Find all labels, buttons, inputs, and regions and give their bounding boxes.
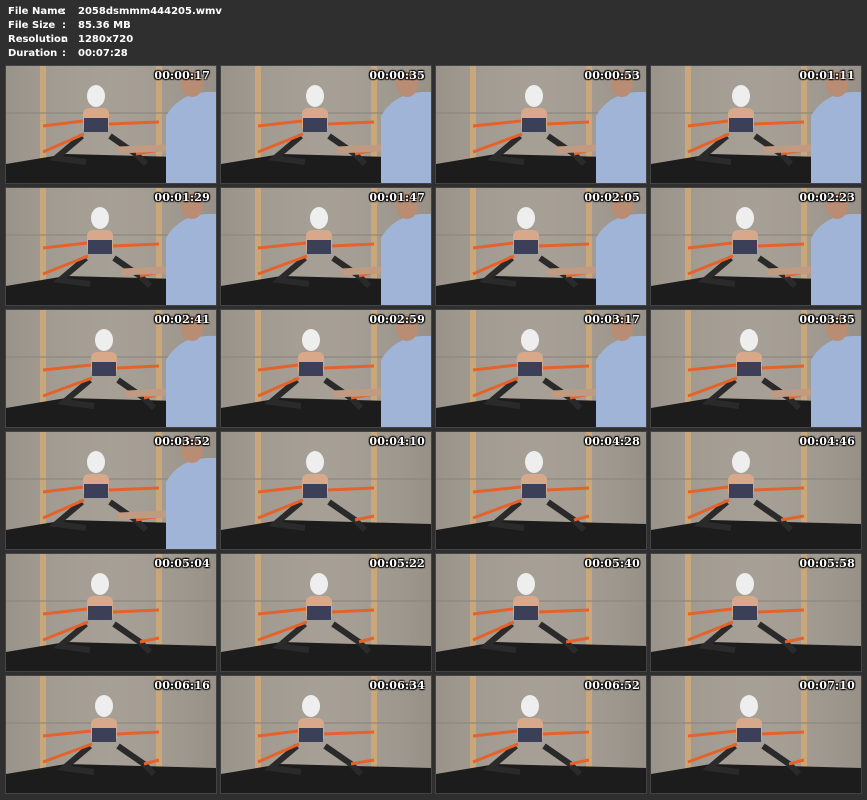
duration-value: 00:07:28 (78, 48, 128, 59)
video-thumbnail[interactable]: 00:04:10 (221, 432, 431, 549)
file-name-label: File Name (8, 6, 65, 17)
thumbnail-timestamp: 00:00:35 (369, 69, 425, 82)
thumbnail-frame-image (221, 188, 431, 305)
thumbnail-timestamp: 00:02:23 (799, 191, 855, 204)
file-name-separator: : (62, 6, 66, 17)
thumbnail-frame-image (436, 66, 646, 183)
video-thumbnail[interactable]: 00:05:40 (436, 554, 646, 671)
thumbnail-frame-image (6, 554, 216, 671)
video-thumbnail[interactable]: 00:04:28 (436, 432, 646, 549)
video-thumbnail[interactable]: 00:06:34 (221, 676, 431, 793)
thumbnail-timestamp: 00:00:17 (154, 69, 210, 82)
thumbnail-frame-image (6, 66, 216, 183)
file-name-row: File Name : 2058dsmmm444205.wmv (8, 5, 222, 19)
resolution-label: Resolution (8, 34, 69, 45)
thumbnail-timestamp: 00:02:59 (369, 313, 425, 326)
thumbnail-frame-image (6, 310, 216, 427)
thumbnail-frame-image (221, 676, 431, 793)
thumbnail-frame-image (651, 432, 861, 549)
thumbnail-timestamp: 00:07:10 (799, 679, 855, 692)
video-thumbnail[interactable]: 00:06:52 (436, 676, 646, 793)
video-thumbnail[interactable]: 00:03:35 (651, 310, 861, 427)
file-name-value: 2058dsmmm444205.wmv (78, 6, 222, 17)
video-thumbnail[interactable]: 00:02:41 (6, 310, 216, 427)
video-thumbnail[interactable]: 00:02:05 (436, 188, 646, 305)
file-size-value: 85.36 MB (78, 20, 131, 31)
video-thumbnail[interactable]: 00:07:10 (651, 676, 861, 793)
video-thumbnail[interactable]: 00:02:23 (651, 188, 861, 305)
video-thumbnail[interactable]: 00:00:35 (221, 66, 431, 183)
thumbnail-timestamp: 00:04:10 (369, 435, 425, 448)
thumbnail-timestamp: 00:01:29 (154, 191, 210, 204)
thumbnail-frame-image (651, 310, 861, 427)
thumbnail-timestamp: 00:04:46 (799, 435, 855, 448)
thumbnail-frame-image (651, 676, 861, 793)
thumbnail-frame-image (436, 676, 646, 793)
video-thumbnail[interactable]: 00:04:46 (651, 432, 861, 549)
video-thumbnail[interactable]: 00:00:53 (436, 66, 646, 183)
thumbnail-timestamp: 00:05:22 (369, 557, 425, 570)
resolution-value: 1280x720 (78, 34, 134, 45)
thumbnail-timestamp: 00:02:41 (154, 313, 210, 326)
thumbnail-frame-image (221, 554, 431, 671)
thumbnail-timestamp: 00:00:53 (584, 69, 640, 82)
video-thumbnail[interactable]: 00:05:22 (221, 554, 431, 671)
thumbnail-frame-image (436, 310, 646, 427)
contact-sheet: File Name : 2058dsmmm444205.wmv File Siz… (0, 0, 867, 800)
thumbnail-timestamp: 00:03:17 (584, 313, 640, 326)
thumbnail-timestamp: 00:03:35 (799, 313, 855, 326)
video-thumbnail[interactable]: 00:02:59 (221, 310, 431, 427)
thumbnail-frame-image (221, 310, 431, 427)
thumbnail-timestamp: 00:06:16 (154, 679, 210, 692)
thumbnail-timestamp: 00:01:47 (369, 191, 425, 204)
video-thumbnail[interactable]: 00:03:17 (436, 310, 646, 427)
video-thumbnail[interactable]: 00:06:16 (6, 676, 216, 793)
thumbnail-timestamp: 00:04:28 (584, 435, 640, 448)
thumbnail-frame-image (221, 66, 431, 183)
thumbnail-timestamp: 00:03:52 (154, 435, 210, 448)
thumbnail-frame-image (6, 432, 216, 549)
thumbnail-frame-image (6, 676, 216, 793)
thumbnail-timestamp: 00:05:40 (584, 557, 640, 570)
thumbnail-frame-image (6, 188, 216, 305)
file-size-row: File Size : 85.36 MB (8, 19, 222, 33)
video-thumbnail[interactable]: 00:05:04 (6, 554, 216, 671)
video-thumbnail[interactable]: 00:01:29 (6, 188, 216, 305)
thumbnail-frame-image (651, 554, 861, 671)
thumbnail-frame-image (436, 188, 646, 305)
thumbnail-timestamp: 00:06:52 (584, 679, 640, 692)
thumbnail-timestamp: 00:02:05 (584, 191, 640, 204)
duration-label: Duration (8, 48, 58, 59)
duration-separator: : (62, 48, 66, 59)
thumbnail-timestamp: 00:06:34 (369, 679, 425, 692)
video-thumbnail[interactable]: 00:00:17 (6, 66, 216, 183)
thumbnail-frame-image (436, 432, 646, 549)
file-info-panel: File Name : 2058dsmmm444205.wmv File Siz… (8, 5, 222, 61)
duration-row: Duration : 00:07:28 (8, 47, 222, 61)
file-size-label: File Size (8, 20, 56, 31)
resolution-separator: : (62, 34, 66, 45)
thumbnail-timestamp: 00:01:11 (799, 69, 855, 82)
file-size-separator: : (62, 20, 66, 31)
video-thumbnail[interactable]: 00:01:47 (221, 188, 431, 305)
thumbnail-frame-image (436, 554, 646, 671)
thumbnail-timestamp: 00:05:04 (154, 557, 210, 570)
thumbnail-frame-image (651, 66, 861, 183)
video-thumbnail[interactable]: 00:03:52 (6, 432, 216, 549)
thumbnail-timestamp: 00:05:58 (799, 557, 855, 570)
resolution-row: Resolution : 1280x720 (8, 33, 222, 47)
video-thumbnail[interactable]: 00:05:58 (651, 554, 861, 671)
thumbnail-grid: 00:00:17 00:00:35 00:00:53 00:01:11 00:01:29… (6, 66, 862, 793)
thumbnail-frame-image (651, 188, 861, 305)
thumbnail-frame-image (221, 432, 431, 549)
video-thumbnail[interactable]: 00:01:11 (651, 66, 861, 183)
